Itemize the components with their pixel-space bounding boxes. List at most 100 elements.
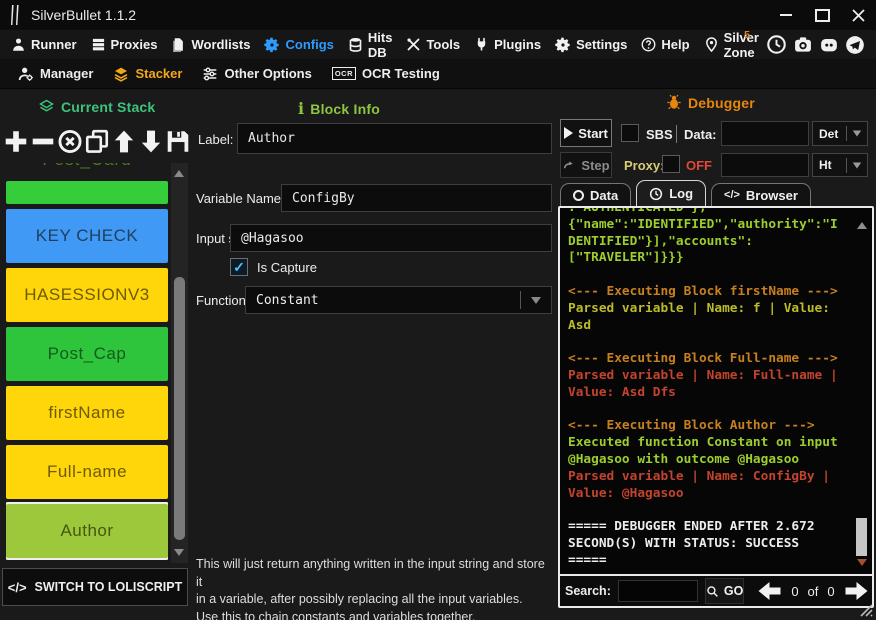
tools-icon — [406, 37, 421, 52]
menu-settings[interactable]: Settings — [548, 30, 634, 59]
ocr-icon: OCR — [331, 67, 357, 80]
history-icon[interactable] — [766, 34, 787, 55]
scroll-up-icon[interactable] — [857, 222, 867, 229]
maximize-button[interactable] — [804, 0, 840, 30]
log-line: <--- Executing Block firstName ---> — [568, 283, 838, 299]
stack-block[interactable]: Full-name — [6, 445, 168, 499]
tab-other-options[interactable]: Other Options — [192, 59, 321, 88]
prev-result-button[interactable] — [757, 581, 782, 601]
proxy-checkbox[interactable] — [662, 155, 680, 173]
tab-browser[interactable]: </> Browser — [711, 183, 811, 206]
menu-wordlists[interactable]: Wordlists — [164, 30, 257, 59]
stack-block[interactable]: firstName — [6, 386, 168, 440]
variable-name-input[interactable] — [281, 184, 552, 212]
sliders-icon — [202, 66, 218, 82]
log-area[interactable]: : AUTHENTICATED },{"name":"IDENTIFIED","… — [560, 208, 872, 576]
proxy-state: OFF — [686, 158, 712, 173]
tab-stacker[interactable]: Stacker — [103, 59, 192, 88]
bug-icon — [666, 94, 682, 111]
log-scrollbar-thumb[interactable] — [856, 518, 867, 556]
scroll-up-icon[interactable] — [174, 170, 184, 177]
function-dropdown[interactable]: Constant — [245, 286, 552, 314]
info-icon: i — [298, 99, 305, 118]
manager-icon — [18, 66, 34, 82]
proxy-caption: Proxy: — [624, 158, 665, 173]
menu-plugins[interactable]: Plugins — [467, 30, 548, 59]
scroll-down-icon[interactable] — [857, 559, 867, 566]
stack-block[interactable]: Author — [6, 504, 168, 558]
switch-to-loliscript-button[interactable]: </> SWITCH TO LOLISCRIPT — [2, 568, 188, 606]
data-type-dropdown[interactable]: Det — [812, 121, 868, 146]
sbs-checkbox[interactable] — [621, 124, 639, 142]
menu-runner[interactable]: Runner — [4, 30, 84, 59]
log-line: ["TRAVELER"]}}} — [568, 250, 684, 266]
data-type-value: Det — [819, 126, 839, 141]
stack-block[interactable]: HASESSIONV3 — [6, 268, 168, 322]
gear-icon — [264, 37, 280, 53]
result-counter: 0 of 0 — [791, 583, 835, 599]
chevron-down-icon[interactable] — [852, 130, 862, 137]
move-down-button[interactable] — [138, 121, 164, 161]
log-scrollbar[interactable] — [853, 210, 871, 572]
tab-ocr-testing[interactable]: OCR OCR Testing — [322, 59, 450, 88]
stack-scrollbar[interactable] — [171, 163, 188, 563]
log-line: Value: @Hagasoo — [568, 485, 684, 501]
chevron-down-icon[interactable] — [852, 162, 862, 168]
log-line: Executed function Constant on input — [568, 435, 838, 451]
menu-tools[interactable]: Tools — [399, 30, 467, 59]
duplicate-block-button[interactable] — [84, 121, 110, 161]
log-history-icon — [649, 187, 663, 201]
save-stack-button[interactable] — [165, 121, 191, 161]
next-result-button[interactable] — [844, 581, 869, 601]
is-capture-checkbox[interactable] — [230, 258, 248, 276]
scroll-down-icon[interactable] — [174, 549, 184, 556]
label-input[interactable] — [237, 123, 552, 154]
log-lines: : AUTHENTICATED },{"name":"IDENTIFIED","… — [568, 208, 846, 570]
app-window: SilverBullet 1.1.2 Runner Proxies Wordli… — [0, 0, 876, 620]
stack-block[interactable]: KEY CHECK — [6, 209, 168, 263]
log-line: ===== — [568, 552, 607, 568]
debug-data-input[interactable] — [721, 121, 809, 146]
config-toolbar: Manager Stacker Other Options OCR OCR Te… — [0, 59, 876, 89]
code-icon: </> — [724, 189, 740, 201]
stack-block[interactable]: Post_Cap — [6, 327, 168, 381]
tab-data[interactable]: Data — [560, 183, 632, 206]
sbs-label: SBS — [646, 127, 673, 142]
title-bar: SilverBullet 1.1.2 — [0, 0, 876, 30]
chevron-down-icon[interactable] — [531, 296, 541, 304]
input-string-input[interactable] — [230, 224, 552, 252]
resize-grip[interactable] — [860, 604, 873, 617]
stack-scrollbar-thumb[interactable] — [174, 277, 185, 540]
move-up-button[interactable] — [111, 121, 137, 161]
stacker-layers-icon — [113, 66, 129, 82]
minimize-button[interactable] — [768, 0, 804, 30]
block-description: This will just return anything written i… — [196, 557, 545, 620]
search-input[interactable] — [617, 580, 698, 602]
clear-stack-button[interactable] — [57, 121, 83, 161]
data-tab-icon — [573, 189, 584, 201]
menu-configs[interactable]: Configs — [257, 30, 340, 59]
add-block-button[interactable] — [3, 121, 29, 161]
menu-hits-db[interactable]: Hits DB — [341, 30, 400, 60]
camera-icon[interactable] — [792, 34, 813, 55]
tab-manager[interactable]: Manager — [8, 59, 103, 88]
close-button[interactable] — [840, 0, 876, 30]
proxy-type-dropdown[interactable]: Ht — [812, 153, 868, 177]
menu-help[interactable]: Help — [634, 30, 696, 59]
step-button[interactable]: Step — [560, 152, 612, 178]
discord-icon[interactable] — [818, 34, 839, 55]
telegram-icon[interactable] — [844, 34, 865, 55]
menu-proxies[interactable]: Proxies — [84, 30, 165, 59]
stack-toolbar — [3, 121, 189, 161]
tab-log[interactable]: Log — [636, 180, 707, 206]
debugger-tabs: Data Log </> Browser — [560, 180, 811, 206]
stack-block-partial[interactable]: Post_Card — [6, 163, 168, 204]
start-button[interactable]: Start — [560, 119, 612, 147]
menu-silver-zone[interactable]: 5 Silver Zone — [697, 29, 766, 60]
go-button[interactable]: GO — [704, 578, 745, 604]
proxy-input[interactable] — [721, 153, 809, 177]
map-pin-icon — [704, 37, 719, 52]
remove-block-button[interactable] — [30, 121, 56, 161]
